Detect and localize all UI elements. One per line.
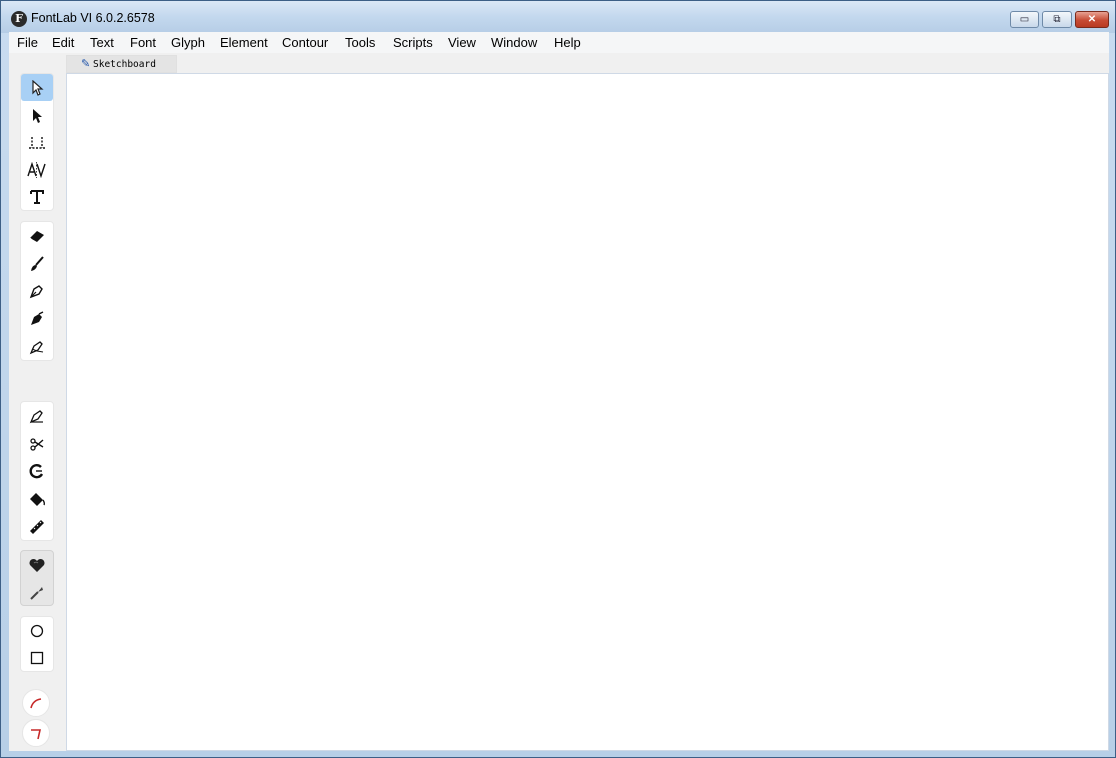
fill-icon[interactable]	[21, 485, 53, 512]
sketch-curve-icon[interactable]	[22, 689, 50, 717]
pencil-icon[interactable]	[21, 333, 53, 360]
window-title: FontLab VI 6.0.2.6578	[31, 11, 155, 25]
tool-group-transform	[20, 550, 54, 606]
tool-group-editing	[20, 401, 54, 541]
tab-sketchboard[interactable]: ✎ Sketchboard	[66, 55, 177, 73]
scissors-icon[interactable]	[21, 430, 53, 457]
sketch-corner-icon[interactable]	[22, 719, 50, 747]
menu-scripts[interactable]: Scripts	[393, 35, 433, 50]
heart-icon[interactable]	[21, 551, 53, 578]
menu-glyph[interactable]: Glyph	[171, 35, 205, 50]
metrics-icon[interactable]	[21, 129, 53, 156]
kerning-icon[interactable]	[21, 156, 53, 183]
fontlab-logo-icon: F	[11, 11, 27, 27]
tab-bar: ✎ Sketchboard	[9, 53, 1109, 73]
rectangle-icon[interactable]	[21, 644, 53, 671]
eraser-icon[interactable]	[21, 222, 53, 249]
close-button[interactable]: ✕	[1075, 11, 1109, 28]
text-icon[interactable]	[21, 183, 53, 210]
tool-group-shapes	[20, 616, 54, 672]
app-window: F FontLab VI 6.0.2.6578 ▭ ⧉ ✕ File Edit …	[0, 0, 1116, 758]
pen-icon: ✎	[81, 58, 91, 70]
ellipse-icon[interactable]	[21, 617, 53, 644]
knife-icon[interactable]	[21, 579, 53, 606]
tab-label: Sketchboard	[93, 59, 156, 70]
tool-bar	[9, 73, 66, 751]
minimize-button[interactable]: ▭	[1010, 11, 1039, 28]
menu-contour[interactable]: Contour	[282, 35, 328, 50]
menu-font[interactable]: Font	[130, 35, 156, 50]
magnet-icon[interactable]	[21, 457, 53, 484]
menu-edit[interactable]: Edit	[52, 35, 74, 50]
menu-window[interactable]: Window	[491, 35, 537, 50]
pen-icon[interactable]	[21, 277, 53, 304]
menu-file[interactable]: File	[17, 35, 38, 50]
sketch-spacer	[22, 749, 50, 751]
ruler-icon[interactable]	[21, 513, 53, 540]
sketchboard-canvas[interactable]	[66, 73, 1109, 751]
menu-element[interactable]: Element	[220, 35, 268, 50]
brush-icon[interactable]	[21, 250, 53, 277]
tool-group-drawing	[20, 221, 54, 361]
element-select-icon[interactable]	[21, 102, 53, 129]
title-bar[interactable]: F FontLab VI 6.0.2.6578 ▭ ⧉ ✕	[1, 1, 1115, 33]
menu-tools[interactable]: Tools	[345, 35, 375, 50]
rapid-icon[interactable]	[21, 305, 53, 332]
menu-view[interactable]: View	[448, 35, 476, 50]
menu-text[interactable]: Text	[90, 35, 114, 50]
menu-bar: File Edit Text Font Glyph Element Contou…	[9, 32, 1109, 53]
client-area: File Edit Text Font Glyph Element Contou…	[9, 32, 1109, 751]
maximize-button[interactable]: ⧉	[1042, 11, 1072, 28]
contour-select-icon[interactable]	[21, 74, 53, 101]
corner-icon[interactable]	[21, 402, 53, 429]
tool-group-selection	[20, 73, 54, 211]
menu-help[interactable]: Help	[554, 35, 581, 50]
